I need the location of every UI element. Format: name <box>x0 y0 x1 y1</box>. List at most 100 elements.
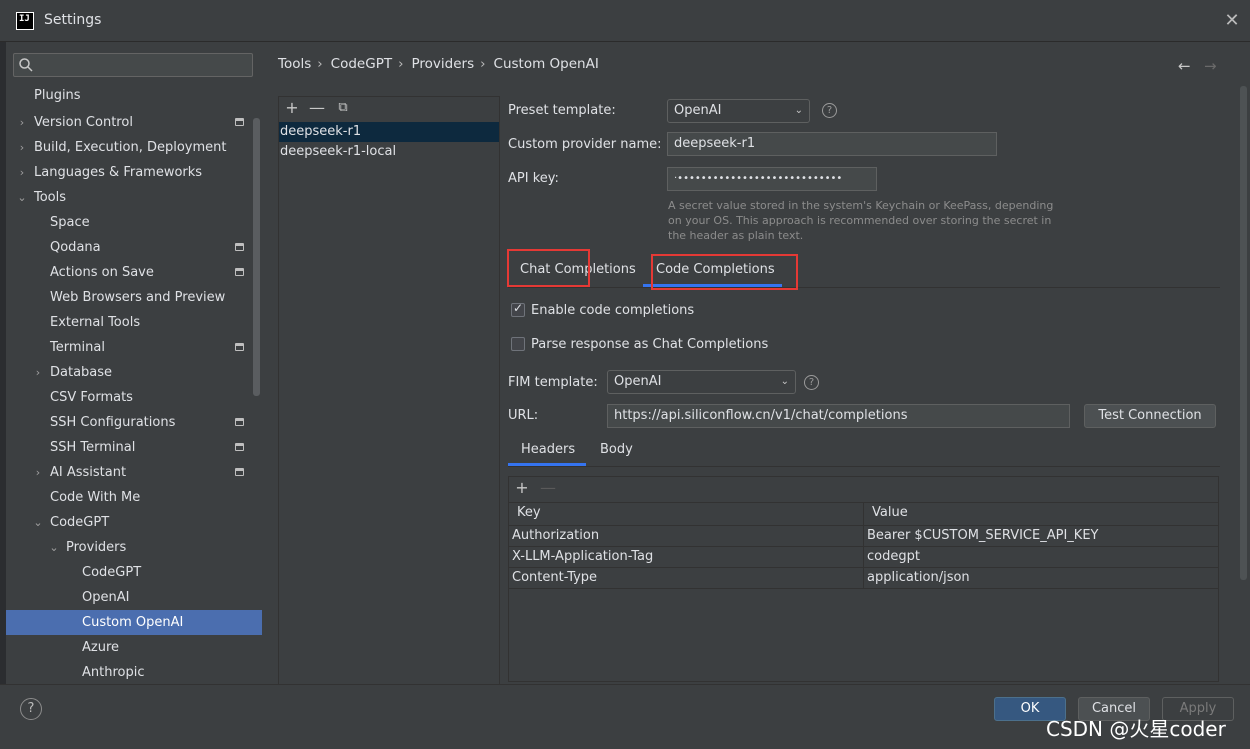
remove-header-icon[interactable]: — <box>538 477 558 499</box>
project-scope-icon <box>235 268 244 276</box>
nav-item-database[interactable]: › Database <box>6 360 262 385</box>
preset-template-select[interactable]: OpenAI ⌄ <box>667 99 810 123</box>
chevron-right-icon[interactable]: › <box>32 460 44 485</box>
chevron-right-icon[interactable]: › <box>32 360 44 385</box>
breadcrumb-separator: › <box>480 56 486 72</box>
watermark: CSDN @火星coder <box>1046 717 1226 741</box>
chevron-down-icon[interactable]: ⌄ <box>16 185 28 210</box>
column-header-value[interactable]: Value <box>872 505 908 520</box>
nav-item-external-tools[interactable]: External Tools <box>6 310 262 335</box>
subtab-headers[interactable]: Headers <box>521 442 575 457</box>
nav-item-ssh-configurations[interactable]: SSH Configurations <box>6 410 262 435</box>
parse-response-checkbox[interactable] <box>511 337 525 351</box>
provider-name-label: Custom provider name: <box>508 137 662 152</box>
project-scope-icon <box>235 343 244 351</box>
remove-icon[interactable]: — <box>307 97 327 119</box>
nav-item-tools[interactable]: ⌄ Tools <box>6 185 262 210</box>
column-header-key[interactable]: Key <box>517 505 541 520</box>
project-scope-icon <box>235 443 244 451</box>
nav-item-ai-assistant[interactable]: › AI Assistant <box>6 460 262 485</box>
test-connection-button[interactable]: Test Connection <box>1084 404 1216 428</box>
project-scope-icon <box>235 243 244 251</box>
help-icon[interactable]: ? <box>20 698 42 720</box>
api-key-hint: A secret value stored in the system's Ke… <box>668 199 1054 242</box>
nav-item-plugins[interactable]: Plugins <box>6 83 262 108</box>
fim-template-label: FIM template: <box>508 375 598 390</box>
breadcrumb-item[interactable]: Tools <box>278 56 311 74</box>
nav-item-codegpt[interactable]: ⌄ CodeGPT <box>6 510 262 535</box>
title-bar <box>0 0 1250 42</box>
chevron-right-icon[interactable]: › <box>16 110 28 135</box>
nav-item-terminal[interactable]: Terminal <box>6 335 262 360</box>
subtab-body[interactable]: Body <box>600 442 633 457</box>
nav-item-web-browsers[interactable]: Web Browsers and Preview <box>6 285 262 310</box>
nav-item-version-control[interactable]: › Version Control <box>6 110 262 135</box>
nav-item-ssh-terminal[interactable]: SSH Terminal <box>6 435 262 460</box>
nav-item-providers[interactable]: ⌄ Providers <box>6 535 262 560</box>
chevron-right-icon[interactable]: › <box>16 160 28 185</box>
add-icon[interactable]: + <box>282 97 302 119</box>
header-value-cell[interactable]: Bearer $CUSTOM_SERVICE_API_KEY <box>867 526 1098 546</box>
close-icon[interactable]: ✕ <box>1224 12 1240 30</box>
provider-item-deepseek-r1[interactable]: deepseek-r1 <box>279 122 499 142</box>
breadcrumb-separator: › <box>317 56 323 72</box>
provider-list-toolbar: + — ⧉ <box>279 97 499 121</box>
header-value-cell[interactable]: application/json <box>867 568 970 588</box>
nav-item-space[interactable]: Space <box>6 210 262 235</box>
nav-item-csv-formats[interactable]: CSV Formats <box>6 385 262 410</box>
copy-icon[interactable]: ⧉ <box>333 97 353 119</box>
chevron-down-icon: ⌄ <box>780 376 789 387</box>
window-title: Settings <box>44 12 102 28</box>
project-scope-icon <box>235 418 244 426</box>
header-key-cell[interactable]: Content-Type <box>512 568 597 588</box>
breadcrumb-separator: › <box>398 56 404 72</box>
forward-arrow-icon[interactable]: → <box>1204 57 1217 75</box>
header-key-cell[interactable]: Authorization <box>512 526 599 546</box>
help-icon[interactable]: ? <box>822 103 837 118</box>
highlight-box <box>651 254 798 290</box>
intellij-app-icon: IJ <box>16 12 34 30</box>
nav-item-provider-custom-openai[interactable]: Custom OpenAI <box>6 610 262 635</box>
breadcrumb-item: Custom OpenAI <box>493 56 599 72</box>
nav-item-languages[interactable]: › Languages & Frameworks <box>6 160 262 185</box>
search-icon <box>19 58 33 72</box>
chevron-down-icon[interactable]: ⌄ <box>48 535 60 560</box>
breadcrumb-item[interactable]: CodeGPT <box>331 56 392 74</box>
project-scope-icon <box>235 468 244 476</box>
header-value-cell[interactable]: codegpt <box>867 547 920 567</box>
header-key-cell[interactable]: X-LLM-Application-Tag <box>512 547 653 567</box>
url-field[interactable]: https://api.siliconflow.cn/v1/chat/compl… <box>607 404 1070 428</box>
nav-item-provider-anthropic[interactable]: Anthropic <box>6 660 262 685</box>
nav-item-provider-openai[interactable]: OpenAI <box>6 585 262 610</box>
parse-response-label[interactable]: Parse response as Chat Completions <box>531 337 768 352</box>
provider-list <box>278 96 500 686</box>
nav-item-code-with-me[interactable]: Code With Me <box>6 485 262 510</box>
content-scrollbar[interactable] <box>1240 86 1247 580</box>
chevron-right-icon[interactable]: › <box>16 135 28 160</box>
nav-item-build[interactable]: › Build, Execution, Deployment <box>6 135 262 160</box>
chevron-down-icon: ⌄ <box>794 105 803 116</box>
fim-template-select[interactable]: OpenAI ⌄ <box>607 370 796 394</box>
nav-item-provider-codegpt[interactable]: CodeGPT <box>6 560 262 585</box>
settings-search-input[interactable] <box>13 53 253 77</box>
enable-code-completions-checkbox[interactable] <box>511 301 525 317</box>
preset-template-label: Preset template: <box>508 103 616 118</box>
help-icon[interactable]: ? <box>804 375 819 390</box>
provider-item-deepseek-r1-local[interactable]: deepseek-r1-local <box>279 142 499 162</box>
subtabs-divider <box>508 466 1220 467</box>
api-key-field[interactable]: ·•••••••••••••••••••••••••••• <box>667 167 877 191</box>
highlight-box <box>507 249 590 287</box>
project-scope-icon <box>235 118 244 126</box>
nav-item-actions-on-save[interactable]: Actions on Save <box>6 260 262 285</box>
nav-item-qodana[interactable]: Qodana <box>6 235 262 260</box>
enable-code-completions-label[interactable]: Enable code completions <box>531 303 694 318</box>
column-divider <box>863 502 864 588</box>
add-header-icon[interactable]: + <box>512 477 532 499</box>
back-arrow-icon[interactable]: ← <box>1178 57 1191 75</box>
breadcrumb-item[interactable]: Providers <box>412 56 475 74</box>
nav-item-provider-azure[interactable]: Azure <box>6 635 262 660</box>
provider-name-field[interactable]: deepseek-r1 <box>667 132 997 156</box>
breadcrumb: Tools › CodeGPT › Providers › Custom OpenAI <box>278 56 605 74</box>
chevron-down-icon[interactable]: ⌄ <box>32 510 44 535</box>
sidebar-scrollbar[interactable] <box>253 118 260 396</box>
